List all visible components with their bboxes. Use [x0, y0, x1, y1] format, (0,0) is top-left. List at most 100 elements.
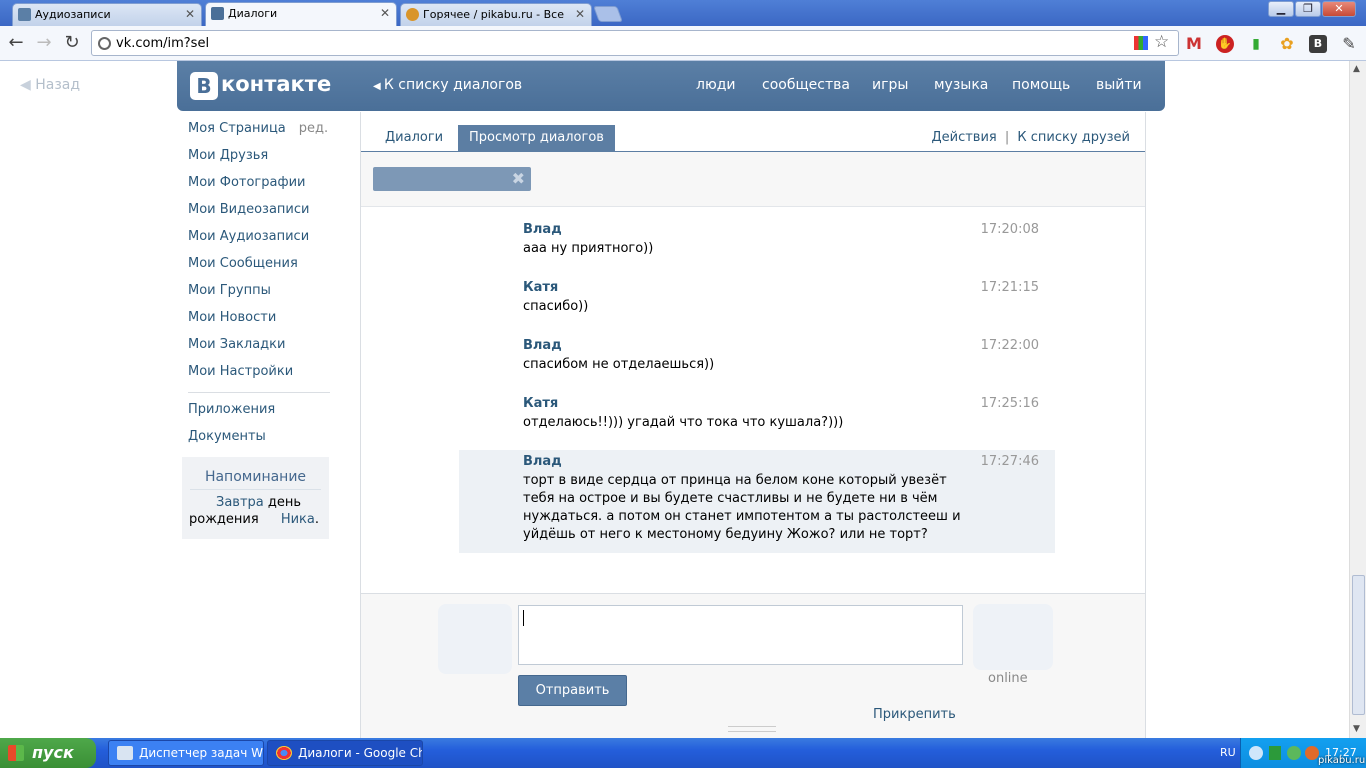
adblock-icon[interactable]: ✋ — [1216, 35, 1234, 53]
browser-tab-strip: Аудиозаписи ✕ Диалоги ✕ Горячее / pikabu… — [0, 0, 1366, 26]
message-time: 17:25:16 — [980, 396, 1039, 411]
sidebar-item-settings[interactable]: Мои Настройки — [188, 363, 330, 390]
resize-grip[interactable] — [728, 726, 776, 732]
maximize-button[interactable]: ❐ — [1295, 1, 1321, 17]
sidebar-item-videos[interactable]: Мои Видеозаписи — [188, 201, 330, 228]
sidebar-item-apps[interactable]: Приложения — [188, 401, 330, 428]
taskbar-item-chrome[interactable]: Диалоги - Google Ch... — [267, 740, 423, 766]
close-icon[interactable]: ✕ — [380, 6, 390, 20]
address-url[interactable]: vk.com/im?sel — [116, 36, 209, 51]
taskbar-item-label: Диспетчер задач Wi... — [139, 746, 264, 760]
message-item: Катя 17:21:15 спасибо)) — [459, 280, 1055, 334]
start-button[interactable]: пуск — [0, 738, 96, 768]
sidebar-item-label: Моя Страница — [188, 121, 286, 136]
sidebar-item-bookmarks[interactable]: Мои Закладки — [188, 336, 330, 363]
nav-help[interactable]: помощь — [1012, 77, 1070, 93]
sidebar-item-audio[interactable]: Мои Аудиозаписи — [188, 228, 330, 255]
actions-link[interactable]: Действия — [931, 130, 996, 145]
browser-tab-audio[interactable]: Аудиозаписи ✕ — [12, 3, 202, 26]
wrench-icon[interactable]: ✎ — [1340, 35, 1358, 53]
nav-logout[interactable]: выйти — [1096, 77, 1142, 93]
tray-app-icon[interactable] — [1269, 746, 1281, 760]
reminder-date-link[interactable]: Завтра — [216, 495, 264, 510]
nav-communities[interactable]: сообщества — [762, 77, 850, 93]
close-window-button[interactable]: ✕ — [1322, 1, 1356, 17]
nav-music[interactable]: музыка — [934, 77, 988, 93]
tab-view-dialogs[interactable]: Просмотр диалогов — [458, 125, 615, 152]
tab-title: Аудиозаписи — [35, 8, 111, 21]
sidebar-item-my-page[interactable]: Моя Страница ред. — [188, 120, 330, 147]
close-icon[interactable]: ✕ — [575, 7, 585, 21]
sidebar-item-documents[interactable]: Документы — [188, 428, 330, 455]
nav-people[interactable]: люди — [696, 77, 736, 93]
message-item: Влад 17:22:00 спасибом не отделаешься)) — [459, 338, 1055, 392]
taskbar-item-task-manager[interactable]: Диспетчер задач Wi... — [108, 740, 264, 766]
vertical-scrollbar[interactable]: ▲ ▼ — [1349, 61, 1366, 738]
sidebar-item-groups[interactable]: Мои Группы — [188, 282, 330, 309]
filter-bar: ✖ — [361, 152, 1145, 207]
reload-icon[interactable]: ↻ — [61, 32, 83, 53]
separator: | — [1004, 130, 1010, 145]
extension-icon[interactable] — [1134, 36, 1148, 50]
minimize-button[interactable]: ▁ — [1268, 1, 1294, 17]
reminder-name-link[interactable]: Ника — [281, 512, 315, 527]
new-tab-button[interactable] — [593, 6, 623, 22]
star-icon[interactable]: ☆ — [1154, 32, 1169, 52]
reminder-body: Завтра день рождения Ника. — [182, 494, 329, 528]
message-text: отделаюсь!!))) угадай что тока что кушал… — [523, 415, 844, 430]
message-author[interactable]: Влад — [523, 454, 562, 469]
tray-arrow-icon[interactable] — [1249, 746, 1263, 760]
forward-arrow-icon[interactable]: → — [33, 32, 55, 53]
message-author[interactable]: Влад — [523, 222, 562, 237]
tab-title: Диалоги — [228, 7, 278, 20]
play-icon — [18, 8, 31, 21]
message-author[interactable]: Катя — [523, 280, 558, 295]
back-to-dialogs-label: К списку диалогов — [383, 77, 523, 93]
browser-tab-pikabu[interactable]: Горячее / pikabu.ru - Все ✕ — [400, 3, 592, 26]
edit-link[interactable]: ред. — [299, 121, 328, 136]
back-arrow-icon[interactable]: ← — [5, 32, 27, 53]
reminder-box: Напоминание Завтра день рождения Ника. — [182, 457, 329, 539]
sidebar-item-news[interactable]: Мои Новости — [188, 309, 330, 336]
message-text: спасибо)) — [523, 299, 589, 314]
attach-link[interactable]: Прикрепить — [873, 707, 956, 722]
friends-list-link[interactable]: К списку друзей — [1017, 130, 1130, 145]
remove-icon[interactable]: ✖ — [512, 169, 525, 188]
sidebar-item-messages[interactable]: Мои Сообщения — [188, 255, 330, 282]
tab-title: Горячее / pikabu.ru - Все — [423, 8, 564, 21]
scroll-down-icon[interactable]: ▼ — [1353, 724, 1360, 734]
language-indicator[interactable]: RU — [1220, 746, 1236, 759]
scroll-up-icon[interactable]: ▲ — [1353, 64, 1360, 74]
message-text: ааа ну приятного)) — [523, 241, 654, 256]
address-bar[interactable]: vk.com/im?sel ☆ — [91, 30, 1179, 56]
send-button[interactable]: Отправить — [518, 675, 627, 706]
sidebar-item-photos[interactable]: Мои Фотографии — [188, 174, 330, 201]
puzzle-icon[interactable]: ✿ — [1278, 35, 1296, 53]
reminder-title: Напоминание — [204, 469, 307, 485]
avatar[interactable] — [973, 604, 1053, 670]
scrollbar-thumb[interactable] — [1352, 575, 1365, 715]
vk-extension-icon[interactable]: B — [1309, 35, 1327, 53]
gmail-icon[interactable]: M — [1185, 35, 1203, 53]
dialogs-panel: Диалоги Просмотр диалогов Действия | К с… — [360, 112, 1146, 738]
stats-icon[interactable]: ▮ — [1247, 35, 1265, 53]
browser-tab-dialogs[interactable]: Диалоги ✕ — [205, 2, 397, 26]
back-to-dialogs-link[interactable]: ◀ К списку диалогов — [373, 77, 522, 93]
back-link[interactable]: ◀ Назад — [20, 77, 80, 93]
logo-text: контакте — [221, 72, 332, 96]
message-author[interactable]: Катя — [523, 396, 558, 411]
task-manager-icon — [117, 746, 133, 760]
message-author[interactable]: Влад — [523, 338, 562, 353]
vk-logo[interactable]: Bконтакте — [190, 72, 331, 100]
tray-utorrent-icon[interactable] — [1287, 746, 1301, 760]
nav-games[interactable]: игры — [872, 77, 908, 93]
start-label: пуск — [32, 743, 74, 762]
tray-g-icon[interactable] — [1305, 746, 1319, 760]
message-input[interactable] — [518, 605, 963, 665]
avatar[interactable] — [438, 604, 512, 674]
sidebar-item-friends[interactable]: Мои Друзья — [188, 147, 330, 174]
recipient-chip[interactable]: ✖ — [373, 167, 531, 191]
reminder-dot: . — [314, 512, 319, 527]
close-icon[interactable]: ✕ — [185, 7, 195, 21]
tab-dialogs[interactable]: Диалоги — [374, 125, 454, 152]
